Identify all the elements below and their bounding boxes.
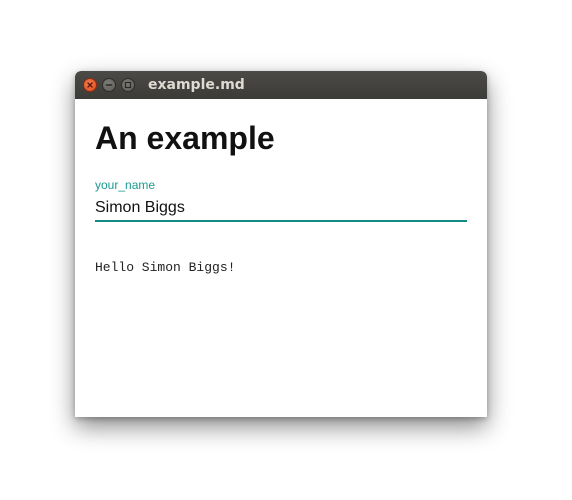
greeting-output: Hello Simon Biggs! bbox=[95, 260, 236, 275]
app-window: example.md An example your_name Hello Si… bbox=[75, 71, 487, 417]
close-icon bbox=[87, 82, 93, 88]
maximize-button[interactable] bbox=[121, 78, 135, 92]
window-title: example.md bbox=[148, 77, 245, 93]
maximize-icon bbox=[124, 81, 132, 89]
window-titlebar[interactable]: example.md bbox=[75, 71, 487, 99]
minimize-button[interactable] bbox=[102, 78, 116, 92]
page-title: An example bbox=[95, 120, 275, 156]
name-input[interactable] bbox=[95, 196, 467, 222]
document-content: An example your_name Hello Simon Biggs! bbox=[75, 99, 487, 417]
name-field-label: your_name bbox=[95, 178, 156, 192]
minimize-icon bbox=[105, 84, 113, 86]
close-button[interactable] bbox=[83, 78, 97, 92]
